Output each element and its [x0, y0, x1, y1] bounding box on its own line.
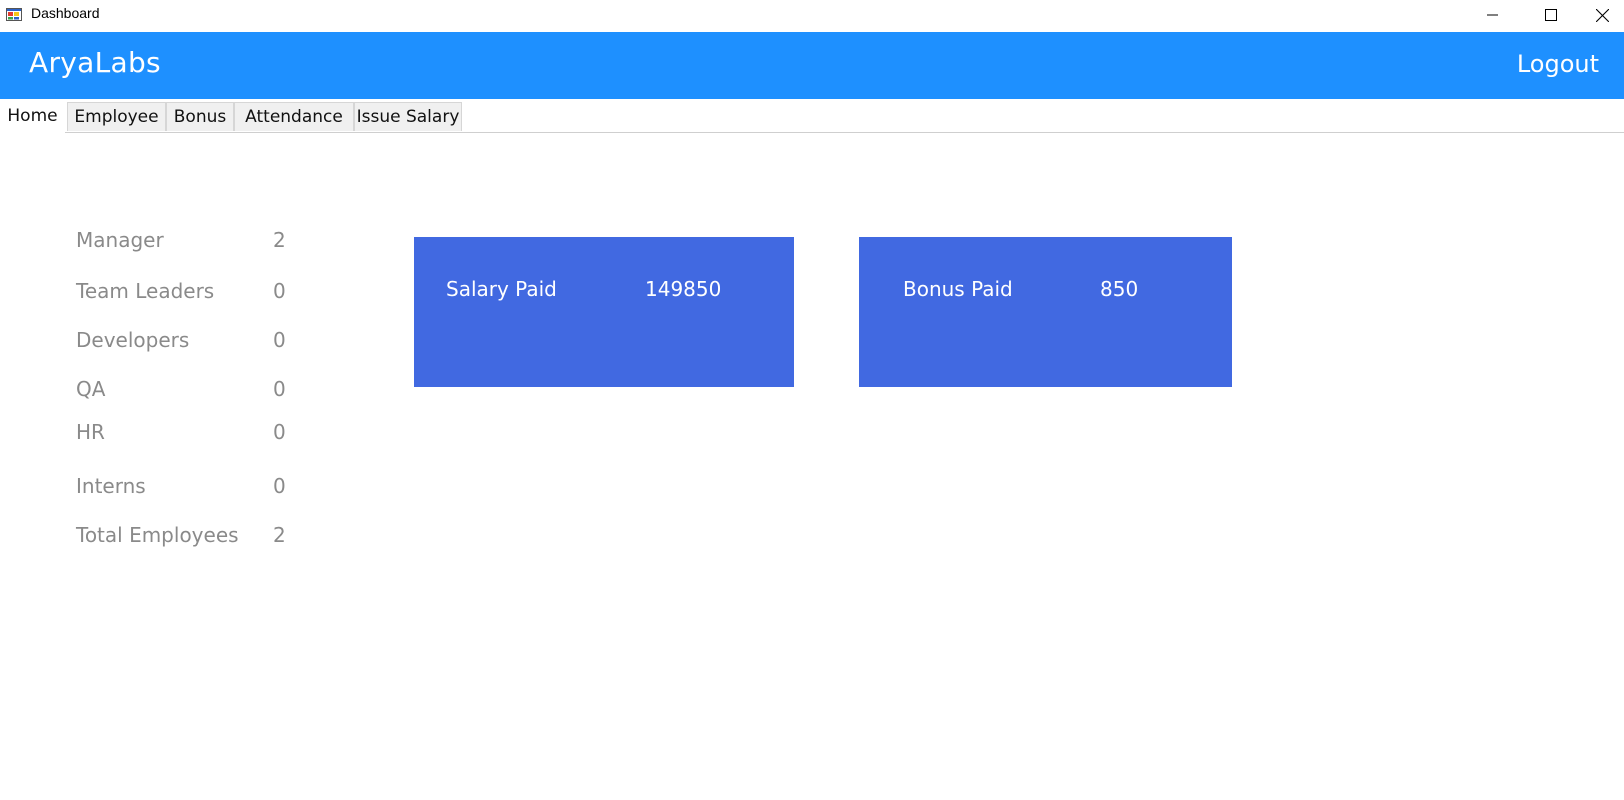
stat-label-interns: Interns — [76, 474, 146, 498]
brand-title: AryaLabs — [29, 46, 161, 79]
stat-value-developers: 0 — [273, 328, 286, 352]
stat-label-developers: Developers — [76, 328, 190, 352]
stat-label-total-employees: Total Employees — [76, 523, 239, 547]
stat-label-hr: HR — [76, 420, 105, 444]
minimize-icon — [1487, 14, 1498, 16]
bonus-paid-card: Bonus Paid 850 — [859, 237, 1232, 387]
stat-label-qa: QA — [76, 377, 106, 401]
stat-value-team-leaders: 0 — [273, 279, 286, 303]
tab-employee[interactable]: Employee — [67, 102, 166, 131]
stat-value-manager: 2 — [273, 228, 286, 252]
maximize-icon — [1545, 9, 1557, 21]
stat-value-qa: 0 — [273, 377, 286, 401]
maximize-button[interactable] — [1522, 0, 1580, 30]
stat-value-hr: 0 — [273, 420, 286, 444]
salary-paid-card: Salary Paid 149850 — [414, 237, 794, 387]
window-title: Dashboard — [31, 5, 100, 21]
window-title-bar: Dashboard — [0, 0, 1624, 32]
stat-value-interns: 0 — [273, 474, 286, 498]
tab-issue-salary[interactable]: Issue Salary — [354, 102, 462, 131]
tab-bonus[interactable]: Bonus — [166, 102, 234, 131]
tab-strip: Home Employee Bonus Attendance Issue Sal… — [0, 99, 1624, 133]
minimize-button[interactable] — [1464, 0, 1522, 30]
tab-attendance[interactable]: Attendance — [234, 102, 354, 131]
bonus-paid-value: 850 — [1100, 277, 1139, 301]
logout-button[interactable]: Logout — [1517, 50, 1599, 78]
stat-label-manager: Manager — [76, 228, 164, 252]
bonus-paid-label: Bonus Paid — [903, 277, 1013, 301]
app-window-icon — [6, 8, 22, 21]
tab-home[interactable]: Home — [0, 99, 65, 133]
stat-label-team-leaders: Team Leaders — [76, 279, 215, 303]
salary-paid-label: Salary Paid — [446, 277, 557, 301]
close-icon — [1595, 8, 1609, 22]
stat-value-total-employees: 2 — [273, 523, 286, 547]
app-header: AryaLabs Logout — [0, 32, 1624, 99]
close-button[interactable] — [1580, 0, 1624, 30]
salary-paid-value: 149850 — [645, 277, 722, 301]
